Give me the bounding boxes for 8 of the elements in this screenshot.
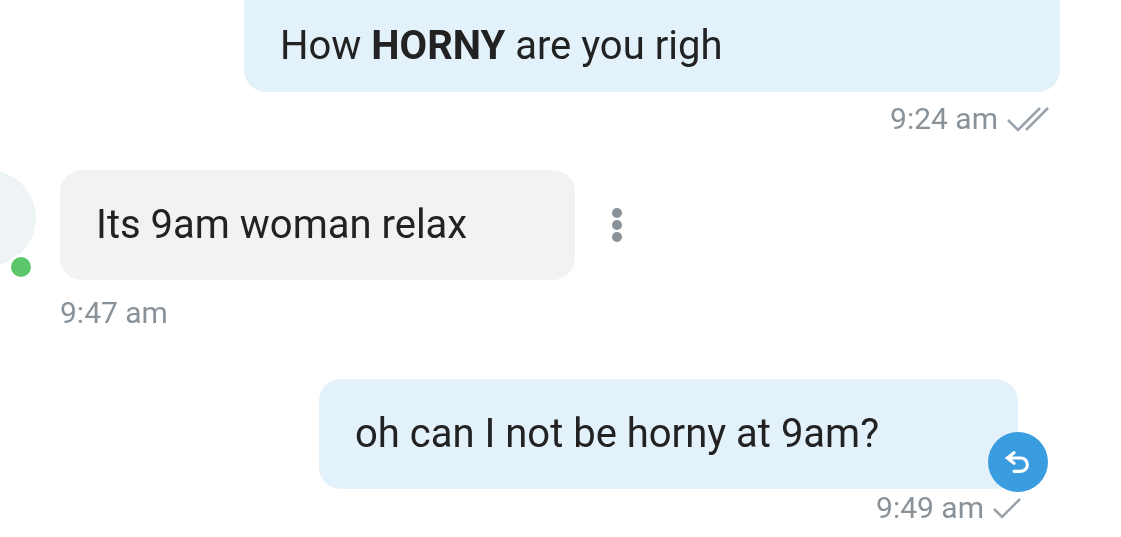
message-time: 9:47 am	[60, 294, 169, 332]
message-text: Its 9am woman relax	[96, 200, 468, 250]
more-options-icon[interactable]	[611, 207, 623, 243]
message-text: oh can I not be horny at 9am?	[355, 409, 880, 459]
message-time: 9:49 am	[876, 491, 984, 525]
message-time: 9:24 am	[890, 102, 998, 136]
undo-button[interactable]	[988, 432, 1048, 492]
message-text: How HORNY are you righ	[280, 21, 723, 71]
